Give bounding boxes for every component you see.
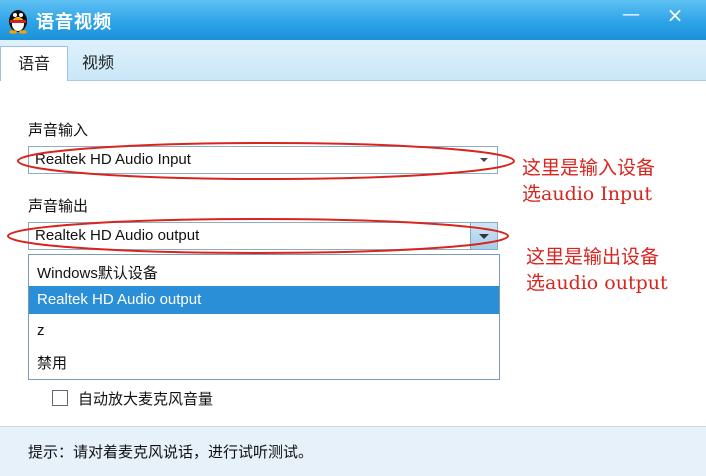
auto-boost-label[interactable]: 自动放大麦克风音量 xyxy=(78,388,213,409)
tab-voice[interactable]: 语音 xyxy=(0,46,68,81)
input-device-value: Realtek HD Audio Input xyxy=(35,151,191,168)
dropdown-option[interactable]: Windows默认设备 xyxy=(29,257,499,285)
minimize-button[interactable]: — xyxy=(616,2,646,30)
window-title: 语音视频 xyxy=(36,12,112,33)
input-section-label: 声音输入 xyxy=(28,121,89,139)
output-device-dropdown: Windows默认设备 Realtek HD Audio output z 禁用 xyxy=(28,254,500,380)
input-annotation-line1: 这里是输入设备 xyxy=(522,157,656,179)
title-bar: 语音视频 — × xyxy=(0,0,706,40)
output-annotation-line1: 这里是输出设备 xyxy=(526,246,660,268)
tab-video[interactable]: 视频 xyxy=(68,46,128,80)
input-device-select[interactable]: Realtek HD Audio Input xyxy=(28,146,498,174)
output-section-label: 声音输出 xyxy=(28,197,89,215)
footer-hint: 提示：请对着麦克风说话，进行试听测试。 xyxy=(28,443,314,461)
auto-boost-checkbox[interactable] xyxy=(52,390,68,406)
chevron-down-icon[interactable] xyxy=(471,147,497,173)
output-annotation-line2: 选audio output xyxy=(526,272,668,294)
footer-bar: 提示：请对着麦克风说话，进行试听测试。 xyxy=(0,426,706,476)
output-device-select[interactable]: Realtek HD Audio output xyxy=(28,222,498,250)
close-button[interactable]: × xyxy=(660,2,690,30)
tab-bar: 语音 视频 xyxy=(0,40,706,81)
dropdown-option[interactable]: z xyxy=(29,317,499,345)
output-device-value: Realtek HD Audio output xyxy=(35,227,200,244)
chevron-down-icon[interactable] xyxy=(470,223,497,249)
qq-penguin-icon xyxy=(6,6,30,34)
dropdown-option-selected[interactable]: Realtek HD Audio output xyxy=(29,286,499,314)
dropdown-option[interactable]: 禁用 xyxy=(29,347,499,375)
input-annotation-line2: 选audio Input xyxy=(522,183,653,205)
